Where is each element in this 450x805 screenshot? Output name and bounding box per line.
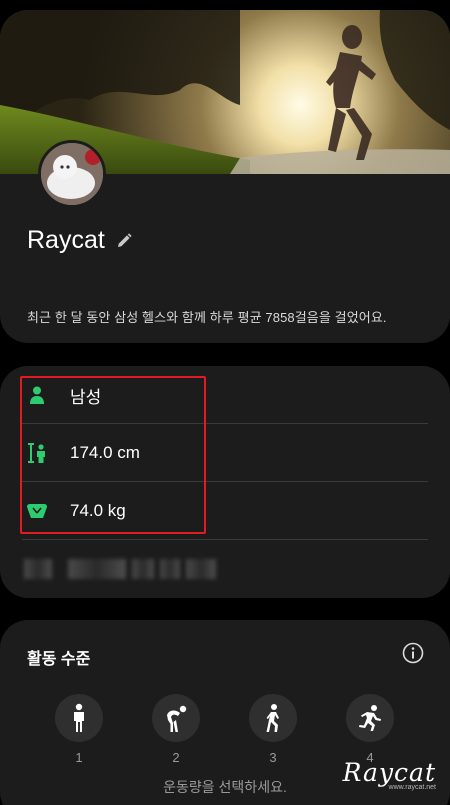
activity-level-title: 활동 수준: [27, 651, 91, 668]
pencil-icon[interactable]: [115, 232, 133, 250]
standing-figure-icon: [74, 703, 84, 732]
height-icon: [22, 442, 52, 464]
walking-figure-icon: [266, 704, 279, 732]
info-icon[interactable]: [402, 642, 424, 664]
activity-level-4[interactable]: 4: [345, 694, 395, 765]
gender-value: 남성: [70, 387, 102, 407]
activity-level-label: 3: [269, 750, 277, 765]
profile-card: Raycat 최근 한 달 동안 삼성 헬스와 함께 하루 평균 7858걸음을…: [0, 10, 450, 343]
activity-level-label: 1: [75, 750, 83, 765]
weight-scale-icon: [22, 503, 52, 519]
steps-summary: 최근 한 달 동안 삼성 헬스와 함께 하루 평균 7858걸음을 걸었어요.: [27, 310, 387, 325]
activity-level-3[interactable]: 3: [248, 694, 298, 765]
weight-value: 74.0 kg: [70, 501, 126, 520]
blurred-info-row[interactable]: [24, 558, 216, 580]
running-figure-icon: [359, 705, 381, 731]
activity-level-2[interactable]: 2: [151, 694, 201, 765]
stretching-figure-icon: [167, 705, 187, 732]
activity-level-label: 2: [172, 750, 180, 765]
watermark-logo: Raycat www.raycat.net: [343, 758, 436, 791]
divider: [22, 539, 428, 540]
height-row[interactable]: 174.0 cm: [22, 424, 428, 482]
gender-row[interactable]: 남성: [22, 366, 428, 424]
activity-level-1[interactable]: 1: [54, 694, 104, 765]
height-value: 174.0 cm: [70, 443, 140, 462]
person-icon: [22, 386, 52, 404]
watermark-brand: Raycat: [342, 758, 436, 787]
avatar[interactable]: [38, 140, 106, 208]
weight-row[interactable]: 74.0 kg: [22, 482, 428, 540]
profile-name: Raycat: [27, 226, 105, 254]
